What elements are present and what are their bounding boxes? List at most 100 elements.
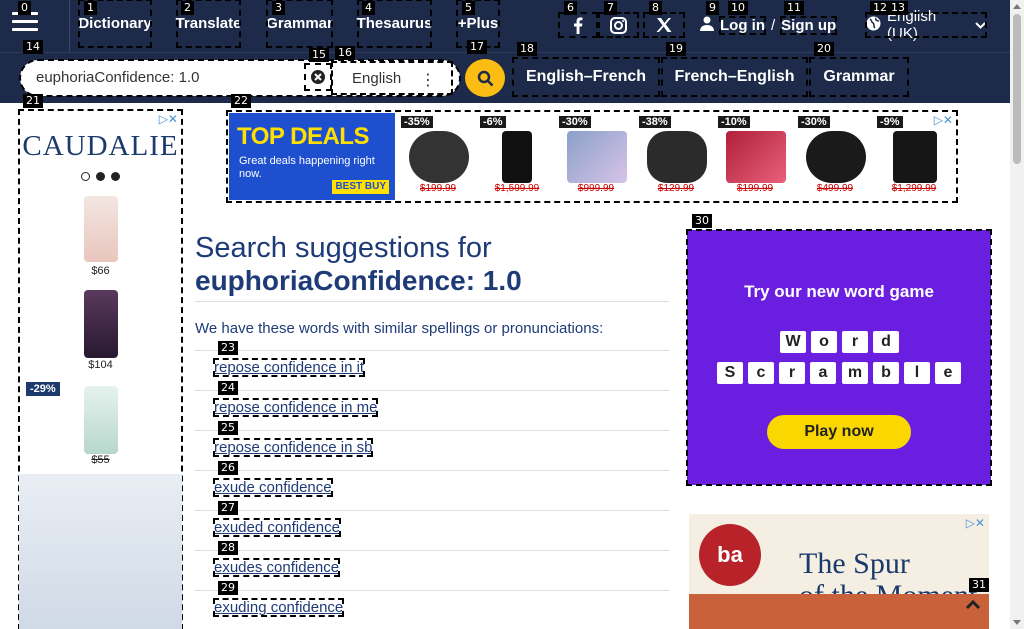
bestbuy-banner: TOP DEALS Great deals happening right no… — [229, 113, 395, 200]
ad-subtext: Great deals happening right now. — [239, 155, 375, 180]
bottom-right-advertisement[interactable]: ba The Spur of the Moment ▷✕ — [689, 514, 989, 629]
bestbuy-logo: BEST BUY — [332, 180, 389, 194]
letter-tile: c — [748, 362, 774, 384]
suggestion-link[interactable]: repose confidence in it — [212, 358, 366, 377]
game-ad-title: Try our new word game — [744, 282, 934, 301]
dictionary-language-value: English — [352, 69, 402, 87]
element-tag: 25 — [218, 421, 238, 435]
page-scrollbar[interactable] — [1010, 0, 1024, 629]
menu-icon[interactable] — [12, 12, 38, 34]
suggestion-link[interactable]: exuding confidence — [212, 598, 345, 617]
divider — [195, 510, 669, 511]
deal-item[interactable]: -30% $499.99 — [796, 113, 874, 200]
adchoices-icon[interactable]: ▷✕ — [934, 113, 953, 127]
element-tag: 2 — [181, 1, 194, 15]
top-advertisement[interactable]: TOP DEALS Great deals happening right no… — [226, 110, 958, 203]
letter-tile: r — [779, 362, 805, 384]
search-form: euphoriaConfidence: 1.0 English ⋮ — [19, 59, 461, 97]
suggestion-link[interactable]: repose confidence in sb — [212, 438, 374, 457]
instagram-icon[interactable] — [598, 12, 639, 38]
deal-item[interactable]: -30% $999.99 — [557, 113, 635, 200]
divider — [195, 350, 669, 351]
letter-tile: W — [780, 331, 806, 353]
suggestion-link[interactable]: exuded confidence — [213, 518, 341, 537]
globe-icon — [866, 16, 881, 35]
ad-logo: ba — [699, 524, 761, 586]
deal-item[interactable]: -10% $199.99 — [716, 113, 794, 200]
element-tag: 20 — [814, 42, 834, 56]
chevron-up-icon — [965, 599, 981, 610]
element-tag: 11 — [784, 1, 804, 15]
scrollbar-thumb[interactable] — [1013, 14, 1021, 164]
ad-headline: TOP DEALS — [237, 123, 369, 150]
deal-item[interactable]: -6% $1,599.99 — [478, 113, 556, 200]
deal-item[interactable]: -35% $199.99 — [399, 113, 477, 200]
dictionary-language-select[interactable]: English ⋮ — [331, 61, 453, 95]
element-tag: 7 — [604, 1, 617, 15]
letter-tile: o — [811, 331, 837, 353]
element-tag: 0 — [18, 1, 31, 15]
element-tag: 13 — [888, 1, 908, 15]
element-tag: 23 — [218, 341, 238, 355]
product-price: $55 — [91, 454, 110, 466]
adchoices-icon[interactable]: ▷✕ — [159, 112, 178, 126]
word-game-ad[interactable]: Try our new word game W o r d S c r a m … — [686, 229, 992, 486]
scroll-up-arrow[interactable] — [1013, 4, 1021, 9]
letter-tile: a — [810, 362, 836, 384]
divider — [69, 0, 70, 52]
more-options-icon: ⋮ — [420, 72, 436, 89]
element-tag: 4 — [362, 1, 375, 15]
link-grammar[interactable]: Grammar — [809, 57, 909, 97]
discount-badge: -29% — [26, 382, 60, 396]
element-tag: 9 — [706, 1, 719, 15]
letter-tile: b — [873, 362, 899, 384]
adchoices-icon[interactable]: ▷✕ — [966, 516, 985, 530]
deal-item[interactable]: -38% $129.99 — [637, 113, 715, 200]
language-selector[interactable]: English (UK) — [865, 8, 987, 42]
x-twitter-icon[interactable] — [643, 12, 685, 38]
divider — [195, 550, 669, 551]
scroll-to-top-button[interactable] — [960, 592, 986, 618]
element-tag: 10 — [728, 1, 748, 15]
top-navigation-bar: Dictionary Translate Grammar Thesaurus +… — [0, 0, 1010, 52]
scroll-down-arrow[interactable] — [1013, 620, 1021, 625]
suggestion-link[interactable]: exudes confidence — [212, 558, 341, 577]
element-tag: 5 — [462, 1, 475, 15]
product-image — [84, 196, 118, 262]
element-tag: 12 — [870, 1, 890, 15]
element-tag: 8 — [649, 1, 662, 15]
element-tag: 1 — [84, 1, 97, 15]
product-image — [84, 386, 118, 454]
search-button[interactable] — [465, 59, 505, 97]
login-link[interactable]: Log in — [719, 15, 766, 35]
suggestions-intro: We have these words with similar spellin… — [195, 320, 604, 337]
element-tag: 18 — [517, 42, 537, 56]
suggestion-link[interactable]: exude confidence — [213, 478, 333, 497]
element-tag: 26 — [218, 461, 238, 475]
left-advertisement[interactable]: ▷✕ CAUDALIE $66 $104 -29% $55 — [18, 109, 183, 629]
link-english-french[interactable]: English–French — [512, 57, 660, 97]
facebook-icon[interactable] — [558, 12, 598, 38]
letter-tile: m — [842, 362, 868, 384]
product-price: $104 — [88, 359, 113, 371]
divider — [195, 390, 669, 391]
element-tag: 17 — [467, 40, 487, 54]
ad-image — [689, 594, 989, 629]
link-french-english[interactable]: French–English — [661, 57, 808, 97]
divider — [195, 301, 669, 302]
element-tag: 28 — [218, 541, 238, 555]
signup-link[interactable]: Sign up — [780, 15, 838, 35]
play-now-button[interactable]: Play now — [767, 415, 911, 449]
element-tag: 15 — [309, 48, 329, 62]
search-input[interactable]: euphoriaConfidence: 1.0 — [36, 69, 199, 86]
suggestion-link[interactable]: repose confidence in me — [212, 398, 379, 417]
letter-tile: l — [904, 362, 930, 384]
letter-tile: r — [842, 331, 868, 353]
divider — [195, 430, 669, 431]
close-icon — [311, 70, 325, 84]
carousel-dots[interactable] — [81, 172, 120, 181]
login-signup: Log in / Sign up — [700, 13, 838, 37]
product-image — [84, 290, 118, 358]
clear-search-button[interactable] — [304, 63, 332, 91]
letter-tile: e — [935, 362, 961, 384]
